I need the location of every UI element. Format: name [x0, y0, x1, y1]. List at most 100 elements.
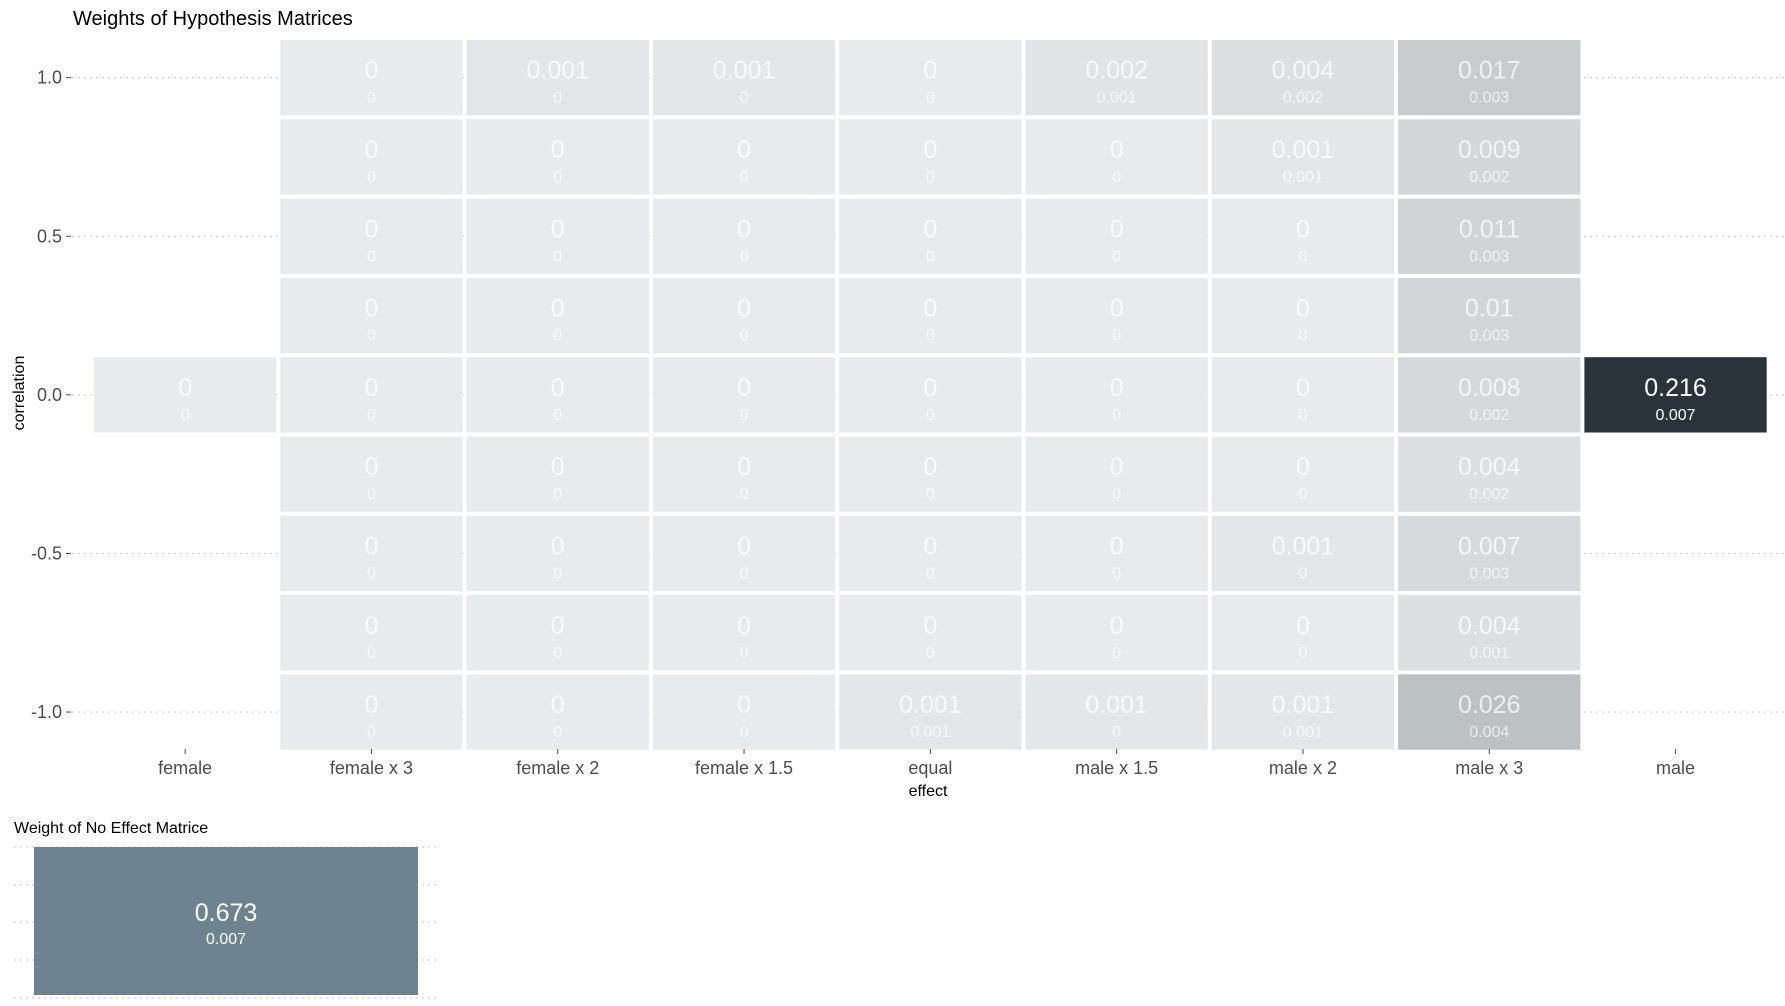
cell-se-label: 0	[181, 407, 190, 424]
heatmap-cell: 00	[652, 119, 836, 195]
cell-value-label: 0.001	[713, 57, 776, 85]
heatmap-cell: 0.026 0.004	[1398, 674, 1581, 750]
heatmap-cell: 00	[1025, 595, 1208, 671]
heatmap-cell: 00	[839, 119, 1022, 195]
cell-value-label: 0.002	[1085, 57, 1148, 85]
cell-se-label: 0	[553, 724, 562, 741]
cell-value-label: 0	[551, 691, 565, 719]
cell-value-label: 0	[923, 136, 937, 164]
cell-value-label: 0	[737, 453, 751, 481]
heatmap-cell: 0.007 0.003	[1398, 515, 1581, 592]
x-axis-ticks: female female x 3 female x 2 female x 1.5 eq…	[158, 749, 1695, 778]
cell-value-label: 0.001	[1272, 136, 1335, 164]
heatmap-cell: 00	[466, 277, 649, 354]
cell-value-label: 0	[923, 612, 937, 640]
cell-value-label: 0	[364, 612, 378, 640]
cell-value-label: 0	[923, 532, 937, 560]
heatmap-cell: 0.001 0	[466, 40, 649, 116]
cell-se-label: 0.002	[1469, 486, 1509, 503]
cell-value-label: 0.673	[195, 899, 258, 927]
cell-value-label: 0	[737, 691, 751, 719]
cell-se-label: 0	[740, 328, 749, 345]
heatmap-cell: 0.004 0.002	[1398, 436, 1581, 512]
heatmap-cell: 00	[466, 357, 649, 433]
cell-se-label: 0	[740, 724, 749, 741]
cell-value-label: 0	[364, 691, 378, 719]
cell-se-label: 0	[1112, 407, 1121, 424]
cell-se-label: 0	[553, 565, 562, 582]
heatmap-cell: 0.008 0.002	[1398, 357, 1581, 433]
y-axis-title: correlation	[11, 356, 28, 431]
heatmap-cell: 0.017 0.003	[1398, 40, 1581, 116]
heatmap-cell: 0.001 0.001	[1211, 119, 1395, 195]
cell-se-label: 0	[1298, 565, 1307, 582]
cell-value-label: 0	[737, 295, 751, 323]
cell-value-label: 0	[1296, 215, 1310, 243]
cell-value-label: 0	[1110, 215, 1124, 243]
cell-se-label: 0	[553, 169, 562, 186]
heatmap-cell: 00	[1211, 277, 1395, 354]
cell-se-label: 0.007	[206, 931, 246, 948]
cell-value-label: 0	[364, 215, 378, 243]
x-axis-title: effect	[909, 783, 948, 800]
cell-value-label: 0	[1296, 612, 1310, 640]
cell-value-label: 0	[923, 374, 937, 402]
cell-se-label: 0.001	[1469, 645, 1509, 662]
cell-value-label: 0.216	[1644, 374, 1707, 402]
cell-se-label: 0	[926, 328, 935, 345]
no-effect-title: Weight of No Effect Matrice	[14, 820, 208, 837]
cell-value-label: 0	[551, 532, 565, 560]
cell-value-label: 0.017	[1458, 57, 1521, 85]
cell-value-label: 0	[1110, 453, 1124, 481]
cell-se-label: 0	[926, 565, 935, 582]
cell-se-label: 0	[367, 169, 376, 186]
x-tick-label: male	[1656, 758, 1695, 778]
cell-value-label: 0	[923, 57, 937, 85]
heatmap-cell: 00	[1211, 357, 1395, 433]
heatmap-cell: 00	[839, 40, 1022, 116]
heatmap-cell: 00	[652, 595, 836, 671]
x-tick-label: male x 2	[1269, 758, 1337, 778]
heatmap-cell: 00	[280, 515, 463, 592]
cell-value-label: 0	[364, 374, 378, 402]
cell-value-label: 0.007	[1458, 532, 1521, 560]
cell-value-label: 0.004	[1272, 57, 1335, 85]
cell-value-label: 0.001	[1272, 532, 1335, 560]
cell-value-label: 0	[551, 453, 565, 481]
cell-se-label: 0.002	[1469, 169, 1509, 186]
heatmap-cell: 00	[839, 277, 1022, 354]
heatmap-cell: 00	[652, 515, 836, 592]
cell-se-label: 0.001	[1283, 724, 1323, 741]
heatmap-cell: 00	[466, 515, 649, 592]
cell-value-label: 0	[551, 374, 565, 402]
cell-se-label: 0.007	[1656, 407, 1696, 424]
cell-value-label: 0	[923, 453, 937, 481]
heatmap-cell: 0.001 0	[1211, 515, 1395, 592]
cell-value-label: 0	[364, 57, 378, 85]
cell-value-label: 0.011	[1459, 215, 1520, 243]
heatmap-cell: 00	[280, 40, 463, 116]
x-tick-label: female	[158, 758, 212, 778]
heatmap-cell: 00	[652, 277, 836, 354]
no-effect-cell: 0.673 0.007	[34, 847, 418, 995]
cell-se-label: 0	[367, 486, 376, 503]
cell-value-label: 0.008	[1458, 374, 1521, 402]
chart-canvas: Weights of Hypothesis Matrices 1.0 0.5 0.0…	[11, 8, 1785, 999]
y-tick-label: -0.5	[31, 543, 62, 563]
heatmap-cell: 00	[280, 198, 463, 274]
cell-se-label: 0.001	[910, 724, 950, 741]
heatmap-cell: 0.01 0.003	[1398, 277, 1581, 354]
cell-se-label: 0	[926, 486, 935, 503]
cell-se-label: 0	[553, 248, 562, 265]
chart-title: Weights of Hypothesis Matrices	[73, 8, 353, 30]
heatmap-cell: 00	[839, 515, 1022, 592]
cell-value-label: 0.009	[1458, 136, 1521, 164]
cell-value-label: 0	[551, 215, 565, 243]
heatmap-cell: 0.002 0.001	[1025, 40, 1208, 116]
cell-se-label: 0.003	[1469, 565, 1509, 582]
cell-value-label: 0.01	[1465, 295, 1514, 323]
cell-se-label: 0.004	[1469, 724, 1509, 741]
cell-se-label: 0	[1112, 169, 1121, 186]
x-tick-label: male x 3	[1455, 758, 1523, 778]
cell-value-label: 0.004	[1458, 612, 1521, 640]
